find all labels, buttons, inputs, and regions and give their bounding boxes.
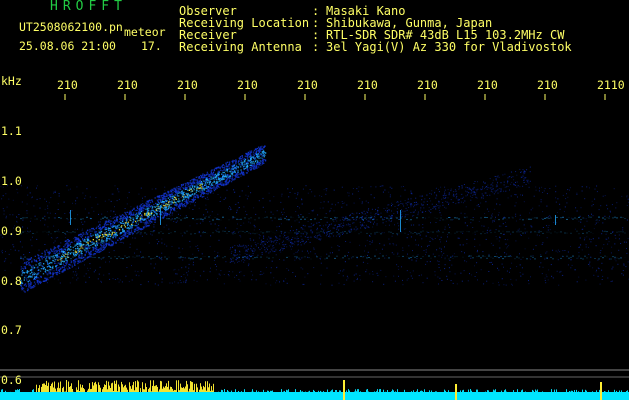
freq-tick: 0.7 <box>1 323 22 337</box>
level-meter <box>0 380 629 400</box>
freq-tick: 0.8 <box>1 274 22 288</box>
freq-tick: 0.9 <box>1 224 22 238</box>
time-tick-marks <box>64 94 606 100</box>
freq-tick: 1.0 <box>1 174 22 188</box>
freq-tick: 1.1 <box>1 124 22 138</box>
freq-tick: 0.6 <box>1 373 22 387</box>
noise-layer <box>0 166 629 286</box>
spectrogram <box>0 94 629 400</box>
